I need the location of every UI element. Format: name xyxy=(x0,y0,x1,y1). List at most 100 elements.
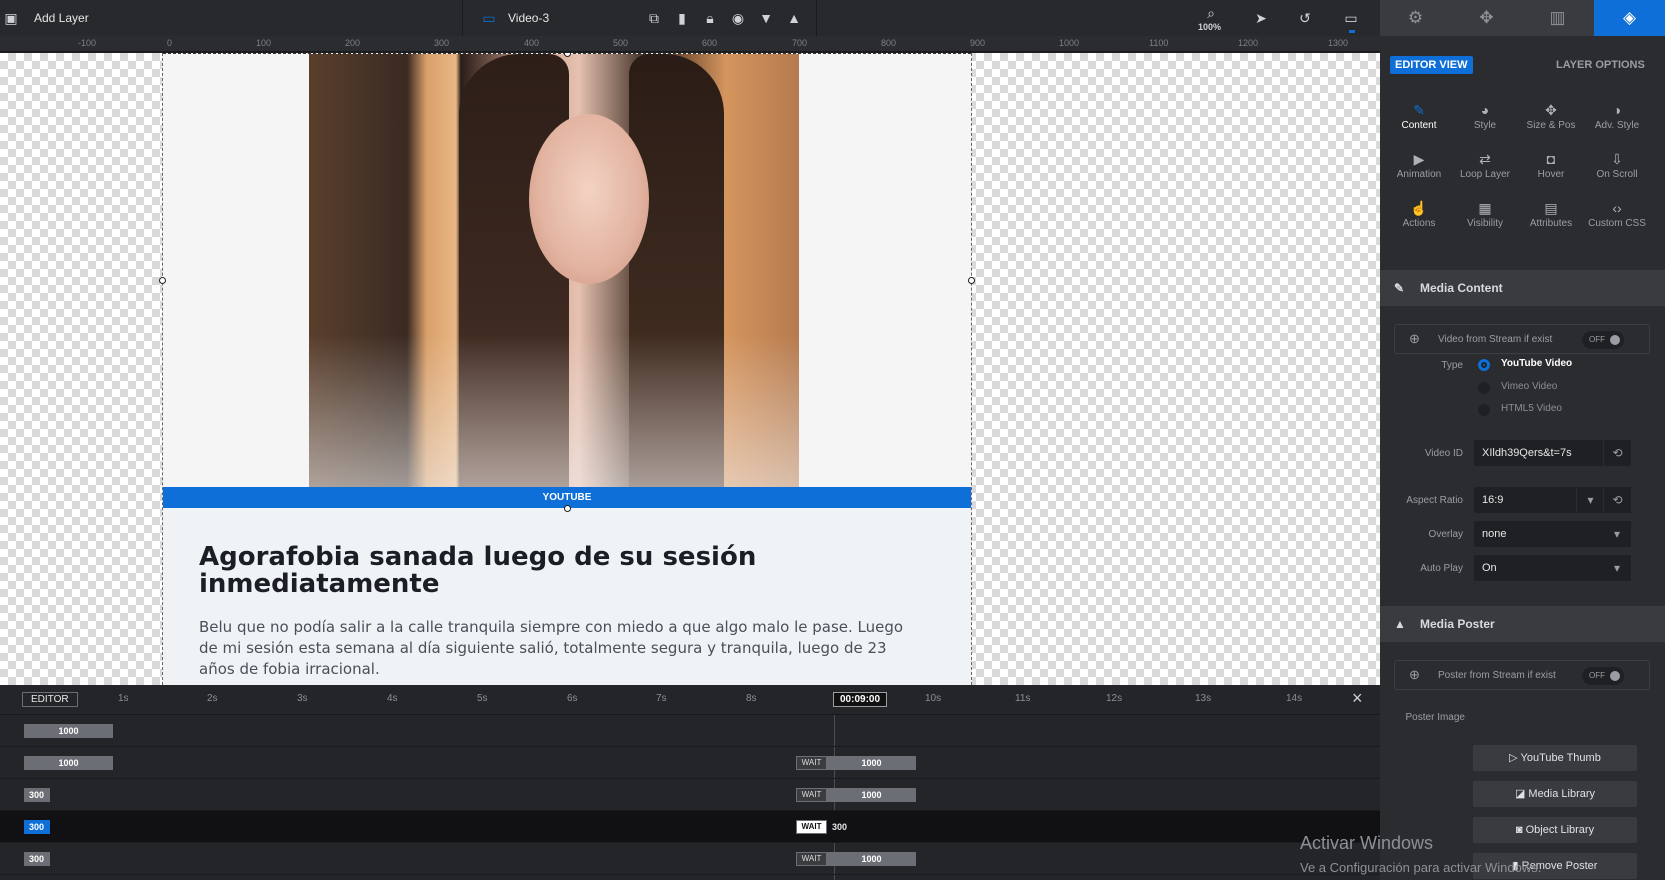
overlay-select[interactable]: none xyxy=(1474,521,1604,547)
undo-icon[interactable]: ↺ xyxy=(1296,9,1314,27)
timeline-row[interactable]: 1000 xyxy=(0,715,1380,747)
add-layer-button[interactable]: Add Layer xyxy=(34,11,89,25)
gallery-tab[interactable]: ▥ xyxy=(1522,0,1593,36)
editor-view-button[interactable]: EDITOR VIEW xyxy=(1390,56,1473,74)
wait-marker[interactable]: WAIT xyxy=(796,820,827,834)
lock-icon[interactable]: 🔒︎ xyxy=(701,9,719,27)
option-attributes[interactable]: ▤ Attributes xyxy=(1518,194,1584,240)
right-tabs: ⚙ ✥ ▥ ◈ xyxy=(1380,0,1665,36)
resize-handle-right[interactable] xyxy=(968,277,975,284)
option-actions[interactable]: ☝ Actions xyxy=(1386,194,1452,240)
slide-title[interactable]: Agorafobia sanada luego de su sesión inm… xyxy=(199,544,919,598)
media-library-button[interactable]: ◪ Media Library xyxy=(1473,781,1637,807)
addons-tab[interactable]: ✥ xyxy=(1451,0,1522,36)
timeline-row[interactable]: 1000 WAIT 1000 xyxy=(0,747,1380,779)
editor-label[interactable]: EDITOR xyxy=(22,692,78,707)
resize-handle-left[interactable] xyxy=(159,277,166,284)
add-layer-icon[interactable]: ▣ xyxy=(2,9,20,27)
timeline-start-bar[interactable]: 1000 xyxy=(24,756,113,770)
eye-icon[interactable]: ◉ xyxy=(729,9,747,27)
timeline-second: 7s xyxy=(656,693,667,704)
stream-toggle[interactable]: OFF xyxy=(1582,331,1624,349)
wait-marker[interactable]: WAIT xyxy=(796,756,827,770)
media-poster-header[interactable]: ▲ Media Poster xyxy=(1380,606,1665,642)
link-icon[interactable]: ⟲ xyxy=(1603,487,1631,513)
video-id-input[interactable]: XIldh39Qers&t=7s xyxy=(1474,440,1604,466)
type-vimeo[interactable]: Vimeo Video xyxy=(1501,381,1557,392)
button-label: Media Library xyxy=(1528,788,1596,800)
timeline-start-bar[interactable]: 1000 xyxy=(24,724,113,738)
desktop-icon[interactable]: ▭ xyxy=(1342,9,1360,27)
option-loop-layer[interactable]: ⇄ Loop Layer xyxy=(1452,145,1518,191)
option-size-pos[interactable]: ✥ Size & Pos xyxy=(1518,96,1584,142)
timeline-row[interactable]: 300 WAIT 1000 xyxy=(0,779,1380,811)
option-visibility[interactable]: ▦ Visibility xyxy=(1452,194,1518,240)
autoplay-select[interactable]: On xyxy=(1474,555,1604,581)
timeline-start-bar[interactable]: 300 xyxy=(24,852,50,866)
option-content[interactable]: ✎ Content xyxy=(1386,96,1452,142)
timeline-second: 12s xyxy=(1106,693,1123,704)
visibility-icon: ▦ xyxy=(1478,200,1492,216)
slide[interactable]: YOUTUBE Agorafobia sanada luego de su se… xyxy=(159,53,975,685)
chevron-down-icon[interactable]: ▾ xyxy=(1603,555,1631,581)
option-hover[interactable]: ◘ Hover xyxy=(1518,145,1584,191)
gear-icon: ⚙ xyxy=(1407,8,1424,27)
timeline-end-bar[interactable]: 1000 xyxy=(827,852,916,866)
radio-html5[interactable] xyxy=(1478,404,1490,416)
option-adv-style[interactable]: ◑ Adv. Style xyxy=(1584,96,1650,142)
timeline-start-bar[interactable]: 300 xyxy=(24,820,50,834)
ruler-tick: 300 xyxy=(434,38,450,48)
option-custom-css[interactable]: ‹› Custom CSS xyxy=(1584,194,1650,240)
zoom-icon[interactable]: ⌕ xyxy=(1202,4,1220,22)
chevron-down-icon[interactable]: ▾ xyxy=(1603,521,1631,547)
layer-name[interactable]: Video-3 xyxy=(508,11,549,25)
slide-body-text[interactable]: Belu que no podía salir a la calle tranq… xyxy=(199,617,919,680)
canvas[interactable]: YOUTUBE Agorafobia sanada luego de su se… xyxy=(0,53,1380,685)
aspect-ratio-select[interactable]: 16:9 xyxy=(1474,487,1576,513)
close-icon[interactable]: × xyxy=(1352,688,1363,709)
ruler-tick: 200 xyxy=(345,38,361,48)
video-layer-icon: ▭ xyxy=(482,10,496,26)
media-content-header[interactable]: ✎ Media Content xyxy=(1380,270,1665,306)
timeline-row[interactable]: 300 WAIT 1000 xyxy=(0,843,1380,875)
video-layer[interactable]: YOUTUBE xyxy=(159,53,975,512)
timeline-end-bar[interactable]: 1000 xyxy=(827,756,916,770)
radio-youtube[interactable] xyxy=(1478,359,1490,371)
arrow-up-icon[interactable]: ▲ xyxy=(785,9,803,27)
youtube-thumb-button[interactable]: ▷ YouTube Thumb xyxy=(1473,745,1637,771)
poster-stream-toggle[interactable]: OFF xyxy=(1582,667,1624,685)
video-image-part xyxy=(529,114,649,284)
contrast-icon: ◑ xyxy=(1612,102,1622,118)
radio-vimeo[interactable] xyxy=(1478,382,1490,394)
duplicate-icon[interactable]: ⧉ xyxy=(645,9,663,27)
layers-icon: ◈ xyxy=(1622,8,1637,27)
ruler-tick: -100 xyxy=(78,38,97,48)
link-icon[interactable]: ⟲ xyxy=(1603,440,1631,466)
delete-icon[interactable]: ▮ xyxy=(673,9,691,27)
cursor-icon[interactable]: ➤ xyxy=(1252,9,1270,27)
type-youtube[interactable]: YouTube Video xyxy=(1501,358,1572,369)
ruler-tick: 500 xyxy=(613,38,629,48)
layer-options-button[interactable]: LAYER OPTIONS xyxy=(1556,59,1645,71)
resize-handle-bottom[interactable] xyxy=(564,505,571,512)
arrow-down-icon[interactable]: ▼ xyxy=(757,9,775,27)
layers-tab[interactable]: ◈ xyxy=(1594,0,1665,36)
type-html5[interactable]: HTML5 Video xyxy=(1501,403,1562,414)
wait-marker[interactable]: WAIT xyxy=(796,788,827,802)
timeline-row[interactable]: 300 WAIT 300 xyxy=(0,811,1380,843)
chevron-down-icon[interactable]: ▾ xyxy=(1576,487,1604,513)
timeline-second: 4s xyxy=(387,693,398,704)
timeline-end-bar[interactable]: 300 xyxy=(827,820,853,834)
option-style[interactable]: ◕ Style xyxy=(1452,96,1518,142)
option-label: Adv. Style xyxy=(1594,120,1640,131)
timeline-second: 6s xyxy=(567,693,578,704)
current-time[interactable]: 00:09:00 xyxy=(833,692,888,707)
timeline-start-bar[interactable]: 300 xyxy=(24,788,50,802)
ruler-tick: 600 xyxy=(702,38,718,48)
settings-tab[interactable]: ⚙ xyxy=(1380,0,1451,36)
wait-marker[interactable]: WAIT xyxy=(796,852,827,866)
timeline-end-bar[interactable]: 1000 xyxy=(827,788,916,802)
timeline: EDITOR 1s 2s 3s 4s 5s 6s 7s 8s 10s 11s 12s 13s 14s 0… xyxy=(0,685,1380,880)
option-on-scroll[interactable]: ⇩ On Scroll xyxy=(1584,145,1650,191)
option-animation[interactable]: ▶ Animation xyxy=(1386,145,1452,191)
